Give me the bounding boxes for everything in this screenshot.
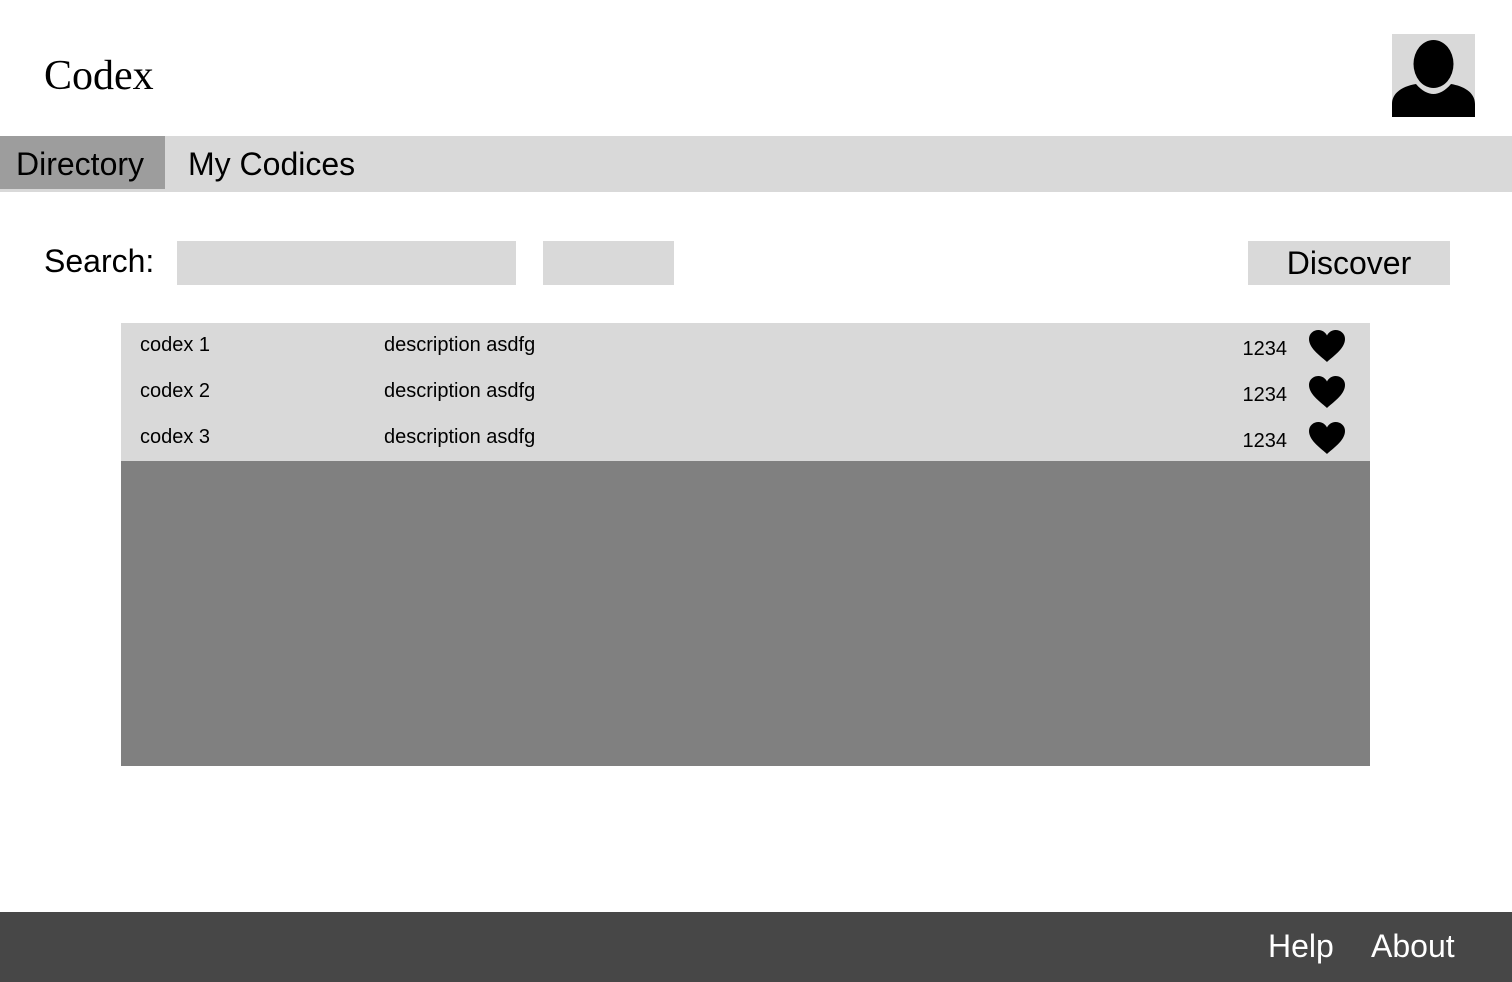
list-item[interactable]: codex 3 description asdfg 1234 — [121, 415, 1370, 461]
codex-list[interactable]: codex 1 description asdfg 1234 codex 2 d… — [121, 323, 1370, 766]
help-link[interactable]: Help — [1268, 926, 1334, 966]
search-input[interactable] — [177, 241, 516, 285]
codex-rows: codex 1 description asdfg 1234 codex 2 d… — [121, 323, 1370, 461]
codex-name: codex 3 — [140, 426, 211, 448]
list-item[interactable]: codex 1 description asdfg 1234 — [121, 323, 1370, 369]
user-avatar-icon[interactable] — [1392, 34, 1475, 117]
codex-description: description asdfg — [384, 380, 536, 402]
tab-directory[interactable]: Directory — [0, 136, 165, 189]
list-item[interactable]: codex 2 description asdfg 1234 — [121, 369, 1370, 415]
footer: Help About — [0, 912, 1512, 982]
heart-icon[interactable] — [1308, 375, 1346, 409]
nav-bar: Directory My Codices — [0, 136, 1512, 192]
codex-name: codex 1 — [140, 334, 211, 356]
tab-my-codices[interactable]: My Codices — [172, 136, 392, 189]
codex-like-count: 1234 — [1242, 384, 1288, 406]
codex-description: description asdfg — [384, 334, 536, 356]
about-link[interactable]: About — [1371, 926, 1455, 966]
header: Codex — [0, 0, 1512, 136]
heart-icon[interactable] — [1308, 421, 1346, 455]
search-submit-button[interactable] — [543, 241, 674, 285]
heart-icon[interactable] — [1308, 329, 1346, 363]
codex-name: codex 2 — [140, 380, 211, 402]
codex-like-count: 1234 — [1242, 338, 1288, 360]
codex-like-count: 1234 — [1242, 430, 1288, 452]
search-label: Search: — [44, 243, 155, 279]
discover-button[interactable]: Discover — [1248, 241, 1450, 285]
codex-description: description asdfg — [384, 426, 536, 448]
app-title: Codex — [44, 53, 154, 99]
